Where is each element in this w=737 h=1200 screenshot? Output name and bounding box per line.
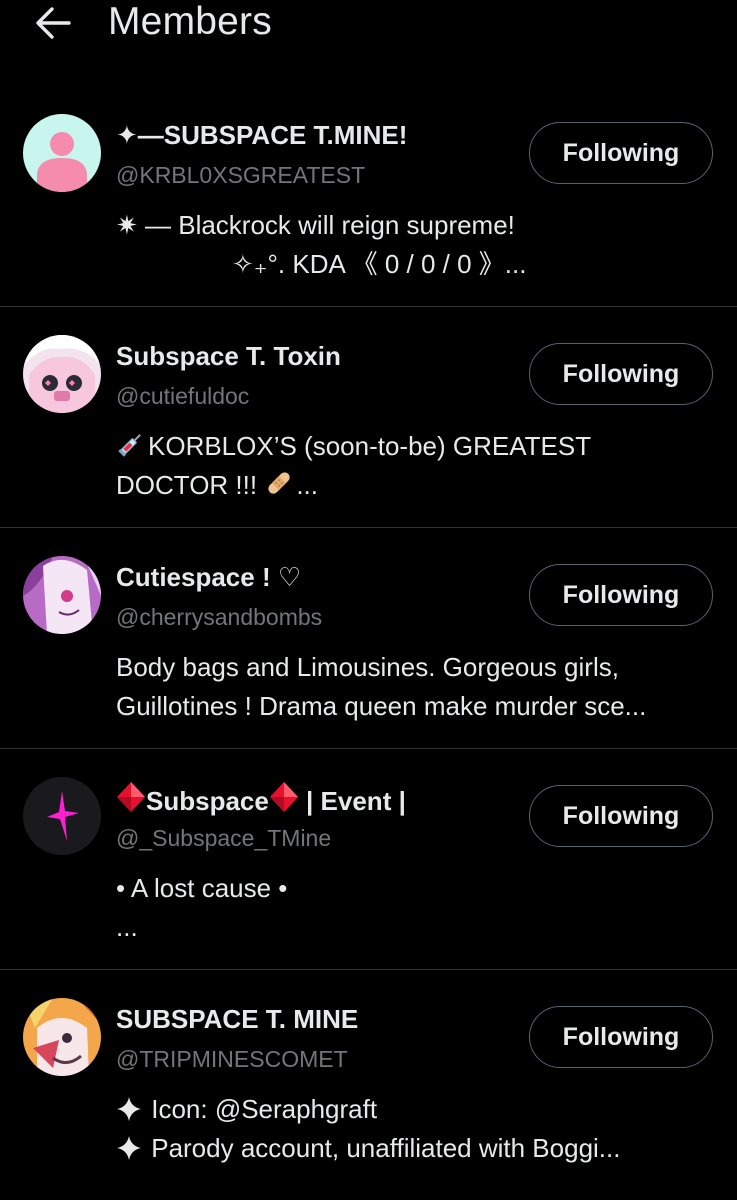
bio-line: KORBLOX’S (soon-to-be) GREATEST <box>116 427 716 466</box>
arrow-left-icon <box>36 7 71 39</box>
member-handle[interactable]: @cutiefuldoc <box>116 381 249 411</box>
following-button[interactable]: Following <box>529 1006 713 1068</box>
member-display-name[interactable]: Subspace T. Toxin <box>116 339 341 373</box>
bandage-icon <box>268 472 290 494</box>
member-row[interactable]: Subspace | Event | @_Subspace_TMine Foll… <box>0 749 737 970</box>
member-row[interactable]: Subspace T. Toxin @cutiefuldoc Following… <box>0 307 737 528</box>
character-avatar-pink[interactable] <box>23 335 101 413</box>
member-bio: ✷ — Blackrock will reign supreme! ✧₊°. K… <box>116 206 716 284</box>
member-row[interactable]: ✦—SUBSPACE T.MINE! @KRBL0XSGREATEST Foll… <box>0 86 737 307</box>
member-display-name[interactable]: ✦—SUBSPACE T.MINE! <box>116 118 407 152</box>
back-button[interactable] <box>30 2 76 44</box>
member-handle[interactable]: @KRBL0XSGREATEST <box>116 160 365 190</box>
member-bio: Body bags and Limousines. Gorgeous girls… <box>116 648 716 726</box>
character-avatar-purple[interactable] <box>23 556 101 634</box>
bio-line: DOCTOR !!! ... <box>116 466 716 505</box>
member-display-name[interactable]: Subspace | Event | <box>116 781 406 818</box>
bio-line: Body bags and Limousines. Gorgeous girls… <box>116 652 619 682</box>
bio-line: ... <box>116 912 138 942</box>
red-diamond-icon <box>117 782 145 812</box>
following-button[interactable]: Following <box>529 785 713 847</box>
top-bar: Members <box>0 0 737 80</box>
following-button[interactable]: Following <box>529 564 713 626</box>
member-display-name[interactable]: SUBSPACE T. MINE <box>116 1002 358 1036</box>
bio-text: Icon: @Seraphgraft <box>144 1094 378 1124</box>
bio-line: Guillotines ! Drama queen make murder sc… <box>116 691 647 721</box>
character-avatar-orange[interactable] <box>23 998 101 1076</box>
name-text: | Event | <box>298 786 406 816</box>
syringe-icon <box>118 434 141 457</box>
default-avatar-icon[interactable] <box>23 114 101 192</box>
following-button[interactable]: Following <box>529 122 713 184</box>
member-bio: Icon: @Seraphgraft Parody account, unaff… <box>116 1090 716 1168</box>
members-list: ✦—SUBSPACE T.MINE! @KRBL0XSGREATEST Foll… <box>0 86 737 1191</box>
member-handle[interactable]: @TRIPMINESCOMET <box>116 1044 348 1074</box>
page-title: Members <box>108 0 272 43</box>
bio-line: Icon: @Seraphgraft <box>116 1090 716 1129</box>
member-row[interactable]: SUBSPACE T. MINE @TRIPMINESCOMET Followi… <box>0 970 737 1191</box>
member-bio: KORBLOX’S (soon-to-be) GREATEST DOCTOR !… <box>116 427 716 505</box>
member-row[interactable]: Cutiespace ! ♡ @cherrysandbombs Followin… <box>0 528 737 749</box>
four-point-star-icon <box>117 1097 141 1121</box>
bio-text: DOCTOR !!! <box>116 470 265 500</box>
bio-line: • A lost cause • <box>116 873 288 903</box>
bio-line: Parody account, unaffiliated with Boggi.… <box>116 1129 716 1168</box>
member-display-name[interactable]: Cutiespace ! ♡ <box>116 560 301 594</box>
dark-avatar-magenta-spark[interactable] <box>23 777 101 855</box>
bio-text: KORBLOX’S (soon-to-be) GREATEST <box>148 431 592 461</box>
bio-text: ... <box>296 470 318 500</box>
member-handle[interactable]: @cherrysandbombs <box>116 602 322 632</box>
bio-text: Parody account, unaffiliated with Boggi.… <box>144 1133 621 1163</box>
four-point-star-icon <box>117 1136 141 1160</box>
bio-line: ✧₊°. KDA 《 0 / 0 / 0 》... <box>232 249 527 279</box>
following-button[interactable]: Following <box>529 343 713 405</box>
red-diamond-icon <box>269 782 298 812</box>
bio-line: ✷ — Blackrock will reign supreme! <box>116 210 515 240</box>
member-bio: • A lost cause • ... <box>116 869 716 947</box>
name-text: Subspace <box>146 786 269 816</box>
member-handle[interactable]: @_Subspace_TMine <box>116 823 331 853</box>
